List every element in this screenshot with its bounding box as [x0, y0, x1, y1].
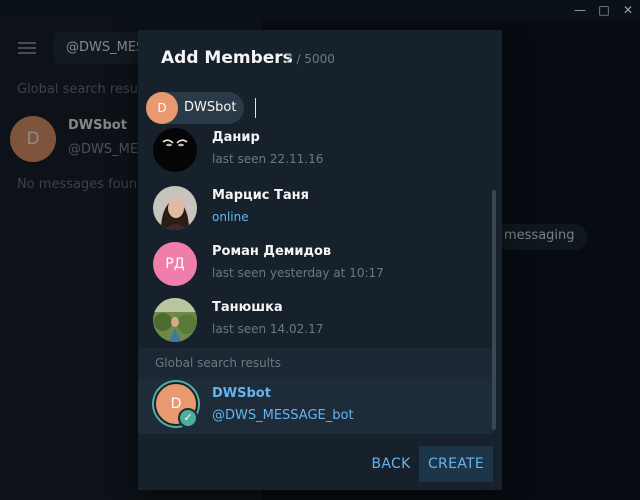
- global-result-row[interactable]: D ✓ DWSbot @DWS_MESSAGE_bot: [138, 378, 494, 434]
- contact-name: Танюшка: [212, 300, 283, 315]
- contact-name: Марцис Таня: [212, 188, 309, 203]
- global-search-section-header: Global search results: [138, 348, 494, 378]
- add-members-dialog: Add Members 2 / 5000 D DWSbot Данир last…: [138, 30, 502, 490]
- close-window-button[interactable]: ✕: [620, 2, 636, 18]
- checkmark-icon: ✓: [178, 408, 198, 428]
- title-bar: — □ ✕: [0, 0, 640, 20]
- contact-status: last seen yesterday at 10:17: [212, 266, 384, 280]
- result-username: @DWS_MESSAGE_bot: [212, 408, 354, 423]
- contact-status: online: [212, 210, 249, 224]
- member-search-input[interactable]: [255, 98, 256, 118]
- maximize-button[interactable]: □: [596, 2, 612, 18]
- avatar: [153, 186, 197, 230]
- contact-name: Роман Демидов: [212, 244, 332, 259]
- section-title: Global search results: [155, 356, 281, 370]
- contact-name: Данир: [212, 130, 260, 145]
- dialog-title: Add Members: [161, 48, 293, 68]
- selected-member-chip[interactable]: D DWSbot: [146, 92, 244, 124]
- result-name: DWSbot: [212, 386, 271, 401]
- chip-label: DWSbot: [184, 100, 237, 115]
- create-button[interactable]: CREATE: [419, 446, 493, 482]
- avatar: [153, 298, 197, 342]
- contacts-list[interactable]: Данир last seen 22.11.16 Марцис Таня onl…: [138, 126, 502, 434]
- chip-avatar: D: [146, 92, 178, 124]
- contact-row[interactable]: Марцис Таня online: [138, 180, 494, 236]
- contact-row[interactable]: РД Роман Демидов last seen yesterday at …: [138, 236, 494, 292]
- contact-row[interactable]: Данир last seen 22.11.16: [138, 126, 494, 182]
- contact-status: last seen 14.02.17: [212, 322, 324, 336]
- member-count: 2 / 5000: [285, 52, 335, 66]
- contact-status: last seen 22.11.16: [212, 152, 324, 166]
- avatar: РД: [153, 242, 197, 286]
- minimize-button[interactable]: —: [572, 2, 588, 18]
- avatar: [153, 128, 197, 172]
- back-button[interactable]: BACK: [360, 446, 422, 482]
- contact-row[interactable]: Танюшка last seen 14.02.17: [138, 292, 494, 348]
- list-scrollbar[interactable]: [492, 190, 496, 430]
